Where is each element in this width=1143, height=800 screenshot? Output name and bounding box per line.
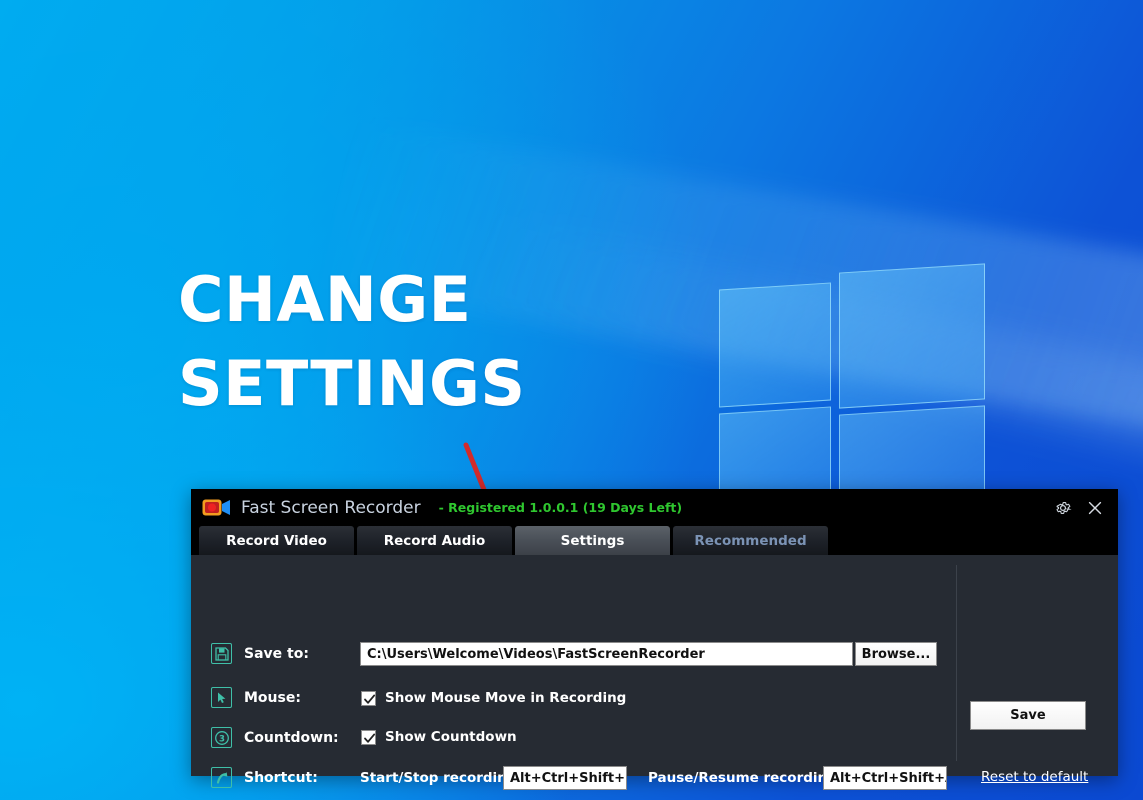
start-stop-recording-caption: Start/Stop recording [360, 770, 517, 786]
overlay-headline-line-1: CHANGE [178, 263, 472, 336]
license-status-text: - Registered 1.0.0.1 (19 Days Left) [438, 500, 683, 515]
settings-panel: Save to: C:\Users\Welcome\Videos\FastScr… [191, 555, 1118, 790]
checkbox-show-mouse-move-label: Show Mouse Move in Recording [385, 690, 627, 706]
windows-logo-pane-top-left [719, 282, 831, 408]
arrow-up-right-icon [211, 767, 232, 788]
floppy-disk-icon [211, 643, 232, 664]
save-to-label: Save to: [244, 645, 309, 662]
checkbox-show-countdown-label: Show Countdown [385, 729, 517, 745]
tab-record-audio[interactable]: Record Audio [357, 526, 512, 555]
checkbox-box [361, 729, 376, 745]
save-button[interactable]: Save [970, 701, 1086, 730]
pause-resume-shortcut-input[interactable]: Alt+Ctrl+Shift+A [823, 766, 947, 790]
tab-settings[interactable]: Settings [515, 526, 670, 555]
panel-divider [956, 565, 957, 761]
video-camera-record-icon [202, 497, 232, 519]
windows-logo-pane-top-right [839, 263, 985, 409]
start-stop-shortcut-input[interactable]: Alt+Ctrl+Shift+S [503, 766, 627, 790]
overlay-headline-line-2: SETTINGS [178, 347, 526, 420]
browse-button[interactable]: Browse... [855, 642, 937, 666]
row-save-to-label: Save to: [211, 643, 309, 664]
mouse-pointer-icon [211, 687, 232, 708]
window-tabbar: Record Video Record Audio Settings Recom… [191, 526, 1118, 555]
window-titlebar: Fast Screen Recorder - Registered 1.0.0.… [191, 489, 1118, 526]
overlay-headline: CHANGE SETTINGS [178, 258, 526, 426]
countdown-three-icon: 3 [211, 727, 232, 748]
shortcut-label: Shortcut: [244, 769, 318, 786]
tab-recommended[interactable]: Recommended [673, 526, 828, 555]
window-title: Fast Screen Recorder [241, 497, 421, 518]
save-path-input[interactable]: C:\Users\Welcome\Videos\FastScreenRecord… [360, 642, 853, 666]
checkbox-show-mouse-move[interactable]: Show Mouse Move in Recording [361, 690, 626, 706]
mouse-label: Mouse: [244, 689, 301, 706]
countdown-label: Countdown: [244, 729, 339, 746]
gear-icon[interactable] [1054, 499, 1072, 517]
close-icon[interactable] [1086, 499, 1104, 517]
checkbox-box [361, 690, 376, 706]
row-shortcut-label: Shortcut: [211, 767, 318, 788]
row-countdown-label: 3 Countdown: [211, 727, 339, 748]
svg-text:3: 3 [219, 734, 225, 744]
row-mouse-label: Mouse: [211, 687, 301, 708]
pause-resume-recording-caption: Pause/Resume recording [648, 770, 837, 786]
reset-to-default-link[interactable]: Reset to default [981, 769, 1088, 785]
tab-record-video[interactable]: Record Video [199, 526, 354, 555]
titlebar-actions [1054, 499, 1104, 517]
checkbox-show-countdown[interactable]: Show Countdown [361, 729, 517, 745]
fast-screen-recorder-window: Fast Screen Recorder - Registered 1.0.0.… [191, 489, 1118, 790]
